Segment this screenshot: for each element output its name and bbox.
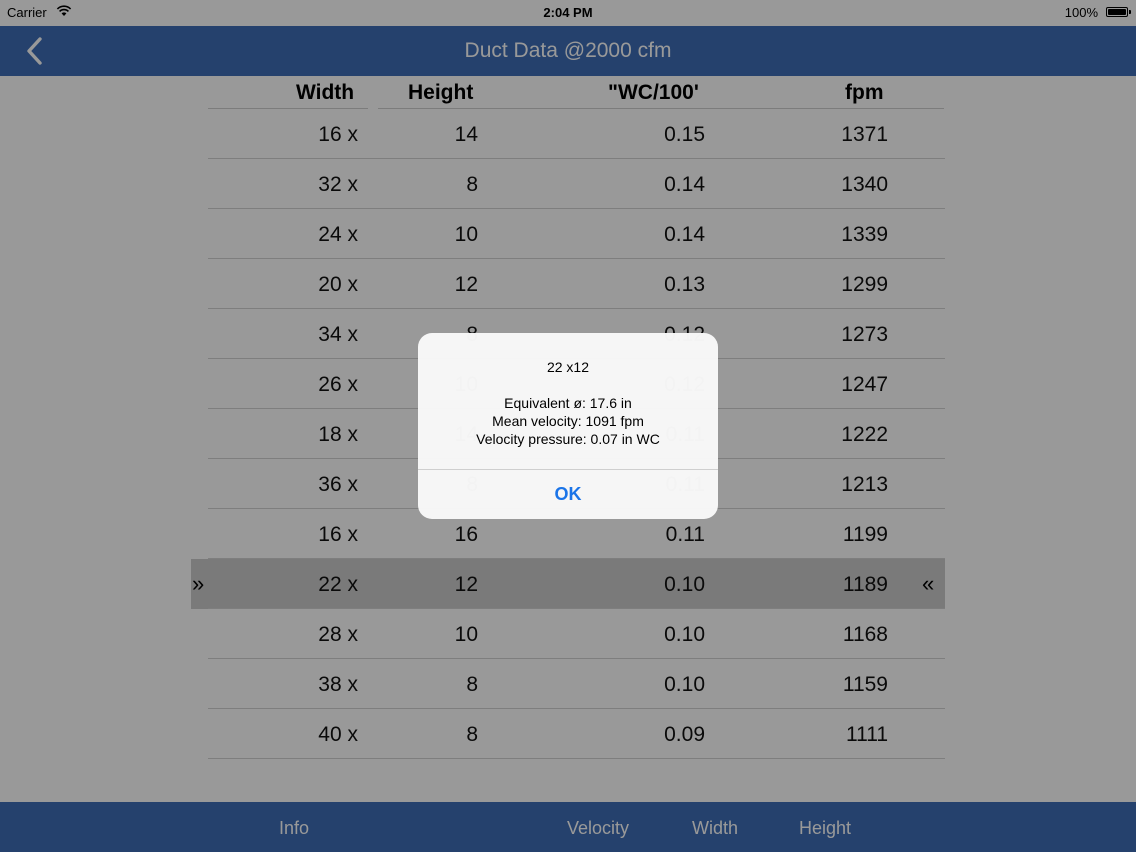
alert-equivalent-diameter: Equivalent ø: 17.6 in (504, 395, 632, 411)
alert-velocity-pressure: Velocity pressure: 0.07 in WC (476, 431, 660, 447)
alert-title: 22 x12 (546, 359, 590, 375)
alert-dialog: 22 x12 Equivalent ø: 17.6 in Mean veloci… (418, 333, 718, 519)
alert-mean-velocity: Mean velocity: 1091 fpm (492, 413, 644, 429)
ok-button[interactable]: OK (418, 470, 718, 519)
